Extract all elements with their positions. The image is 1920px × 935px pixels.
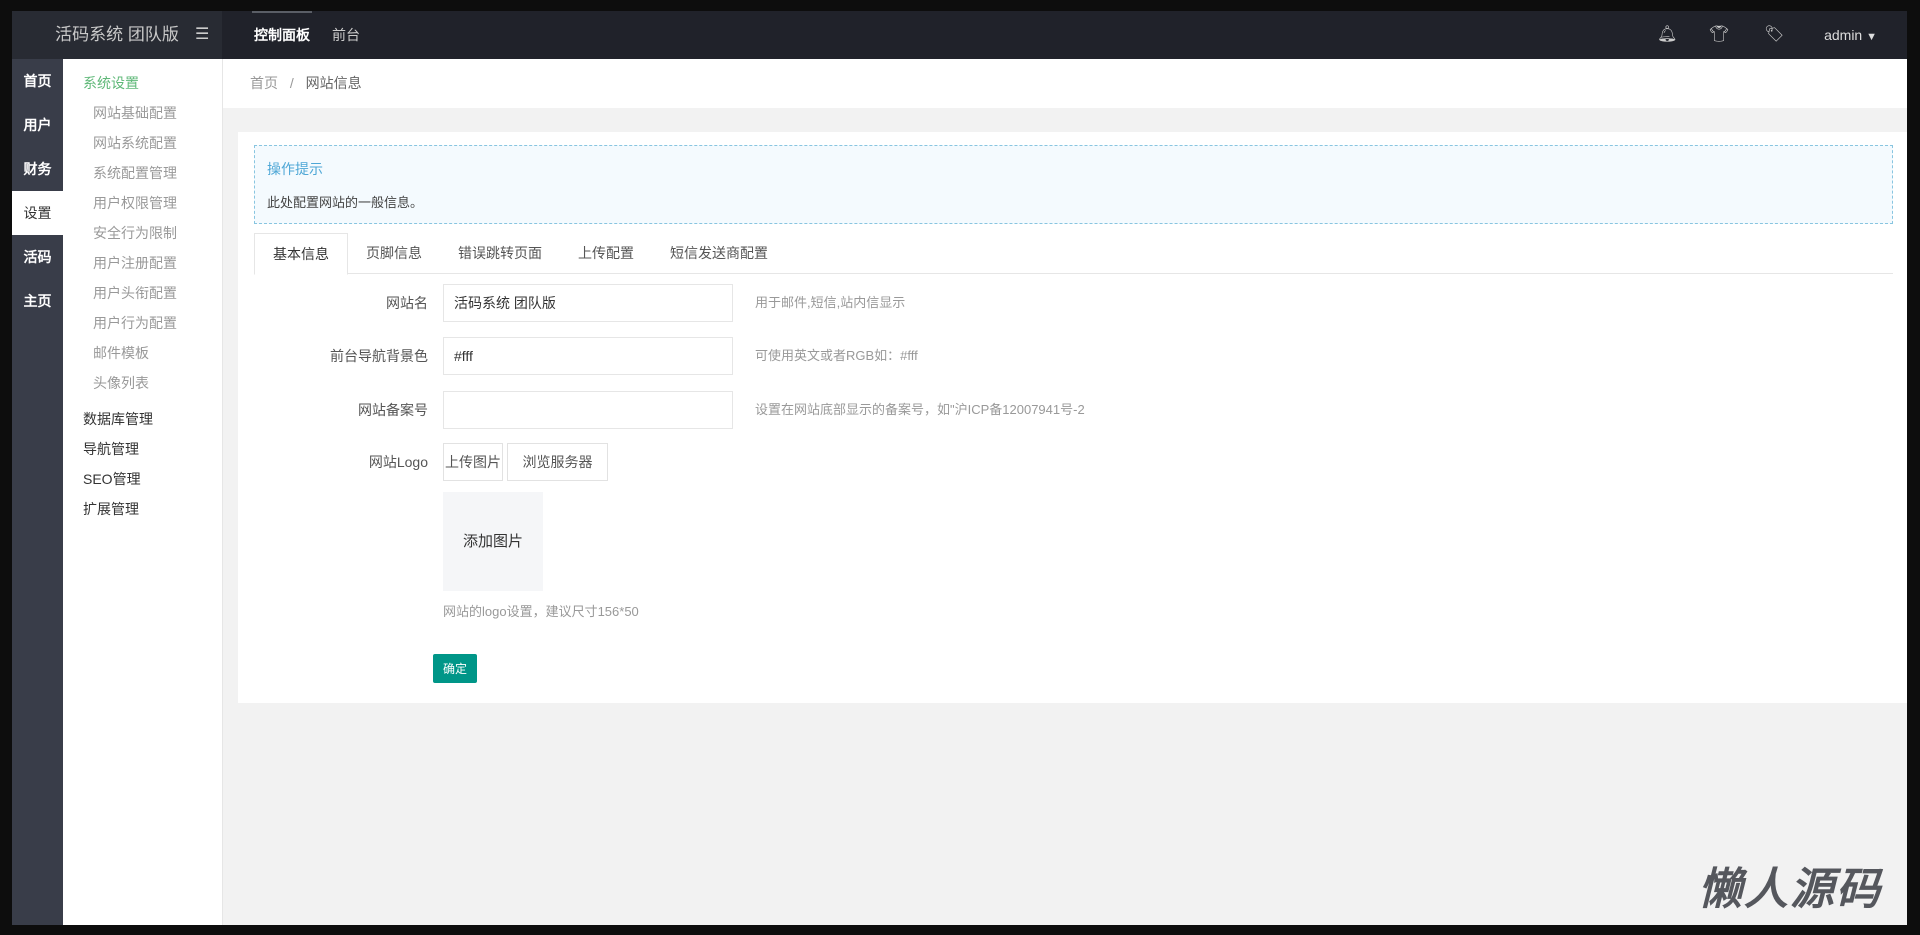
site-name-input[interactable]	[443, 284, 733, 322]
icp-hint: 设置在网站底部显示的备案号，如"沪ICP备12007941号-2	[755, 402, 1085, 417]
top-header: 活码系统 团队版 ☰ 控制面板 前台 🔔︎ 👕︎ 🏷︎ admin ▼	[12, 11, 1907, 59]
nav-bg-input[interactable]	[443, 337, 733, 375]
submenu-item[interactable]: 安全行为限制	[63, 218, 222, 248]
breadcrumb: 首页 / 网站信息	[223, 59, 1907, 108]
submenu-group-system[interactable]: 系统设置	[63, 68, 222, 98]
nav-bg-hint: 可使用英文或者RGB如：#fff	[755, 348, 918, 363]
form-row-logo: 网站Logo 上传图片 浏览服务器	[238, 443, 1907, 481]
nav-bg-label: 前台导航背景色	[330, 348, 428, 364]
browse-server-button[interactable]: 浏览服务器	[507, 443, 608, 481]
form-row-icp: 网站备案号 设置在网站底部显示的备案号，如"沪ICP备12007941号-2	[238, 391, 1907, 429]
tip-title: 操作提示	[267, 161, 323, 177]
secondary-sidebar: 系统设置 网站基础配置 网站系统配置 系统配置管理 用户权限管理 安全行为限制 …	[63, 59, 223, 925]
menu-toggle-icon[interactable]: ☰	[195, 11, 209, 59]
settings-card: 操作提示 此处配置网站的一般信息。 基本信息 页脚信息 错误跳转页面 上传配置 …	[238, 132, 1907, 703]
submenu-item[interactable]: 用户行为配置	[63, 308, 222, 338]
tab-bar: 基本信息 页脚信息 错误跳转页面 上传配置 短信发送商配置	[254, 233, 1893, 275]
sidebar-item-livecode[interactable]: 活码	[12, 235, 63, 279]
submenu-item[interactable]: 头像列表	[63, 368, 222, 398]
logo-label: 网站Logo	[368, 454, 428, 470]
confirm-button[interactable]: 确定	[433, 654, 477, 683]
submenu-group-seo[interactable]: SEO管理	[63, 464, 222, 494]
sidebar-item-home[interactable]: 首页	[12, 59, 63, 103]
submenu-item[interactable]: 系统配置管理	[63, 158, 222, 188]
submenu-item[interactable]: 网站基础配置	[63, 98, 222, 128]
primary-sidebar: 首页 用户 财务 设置 活码 主页	[12, 59, 63, 925]
form-row-site-name: 网站名 用于邮件,短信,站内信显示	[238, 284, 1907, 322]
nav-frontend[interactable]: 前台	[332, 11, 360, 59]
breadcrumb-home[interactable]: 首页	[250, 75, 278, 91]
add-image-placeholder[interactable]: 添加图片	[443, 492, 543, 591]
tab-footer[interactable]: 页脚信息	[348, 233, 440, 274]
submenu-item[interactable]: 用户注册配置	[63, 248, 222, 278]
logo-hint: 网站的logo设置，建议尺寸156*50	[443, 604, 639, 619]
site-name-hint: 用于邮件,短信,站内信显示	[755, 295, 906, 310]
app-frame: 活码系统 团队版 ☰ 控制面板 前台 🔔︎ 👕︎ 🏷︎ admin ▼ 首页 用…	[12, 11, 1907, 925]
icp-label: 网站备案号	[358, 402, 428, 418]
tab-upload[interactable]: 上传配置	[560, 233, 652, 274]
bell-icon[interactable]: 🔔︎	[1657, 11, 1677, 59]
submenu-group-nav[interactable]: 导航管理	[63, 434, 222, 464]
user-menu[interactable]: admin ▼	[1824, 11, 1877, 61]
upload-image-button[interactable]: 上传图片	[443, 443, 503, 481]
breadcrumb-separator: /	[289, 75, 294, 91]
submenu-item[interactable]: 邮件模板	[63, 338, 222, 368]
submenu-item[interactable]: 用户头衔配置	[63, 278, 222, 308]
tag-icon[interactable]: 🏷︎	[1764, 11, 1784, 59]
sidebar-item-finance[interactable]: 财务	[12, 147, 63, 191]
tip-box: 操作提示 此处配置网站的一般信息。	[254, 145, 1893, 224]
sidebar-item-users[interactable]: 用户	[12, 103, 63, 147]
app-logo: 活码系统 团队版	[12, 11, 222, 59]
submenu-group-database[interactable]: 数据库管理	[63, 404, 222, 434]
watermark: 懒人源码	[1698, 865, 1882, 914]
tab-sms[interactable]: 短信发送商配置	[652, 233, 786, 274]
tab-error-redirect[interactable]: 错误跳转页面	[440, 233, 560, 274]
form-row-nav-bg: 前台导航背景色 可使用英文或者RGB如：#fff	[238, 337, 1907, 375]
theme-shirt-icon[interactable]: 👕︎	[1709, 11, 1729, 59]
submenu-group-extension[interactable]: 扩展管理	[63, 494, 222, 524]
breadcrumb-current: 网站信息	[305, 75, 362, 91]
submenu-item[interactable]: 网站系统配置	[63, 128, 222, 158]
nav-dashboard[interactable]: 控制面板	[252, 11, 312, 59]
tip-description: 此处配置网站的一般信息。	[267, 195, 424, 210]
tab-basic[interactable]: 基本信息	[254, 233, 348, 275]
submenu-item[interactable]: 用户权限管理	[63, 188, 222, 218]
site-name-label: 网站名	[386, 295, 428, 311]
icp-input[interactable]	[443, 391, 733, 429]
username: admin	[1824, 27, 1863, 43]
sidebar-item-settings[interactable]: 设置	[12, 191, 63, 235]
sidebar-item-homepage[interactable]: 主页	[12, 279, 63, 323]
caret-down-icon: ▼	[1866, 31, 1877, 43]
